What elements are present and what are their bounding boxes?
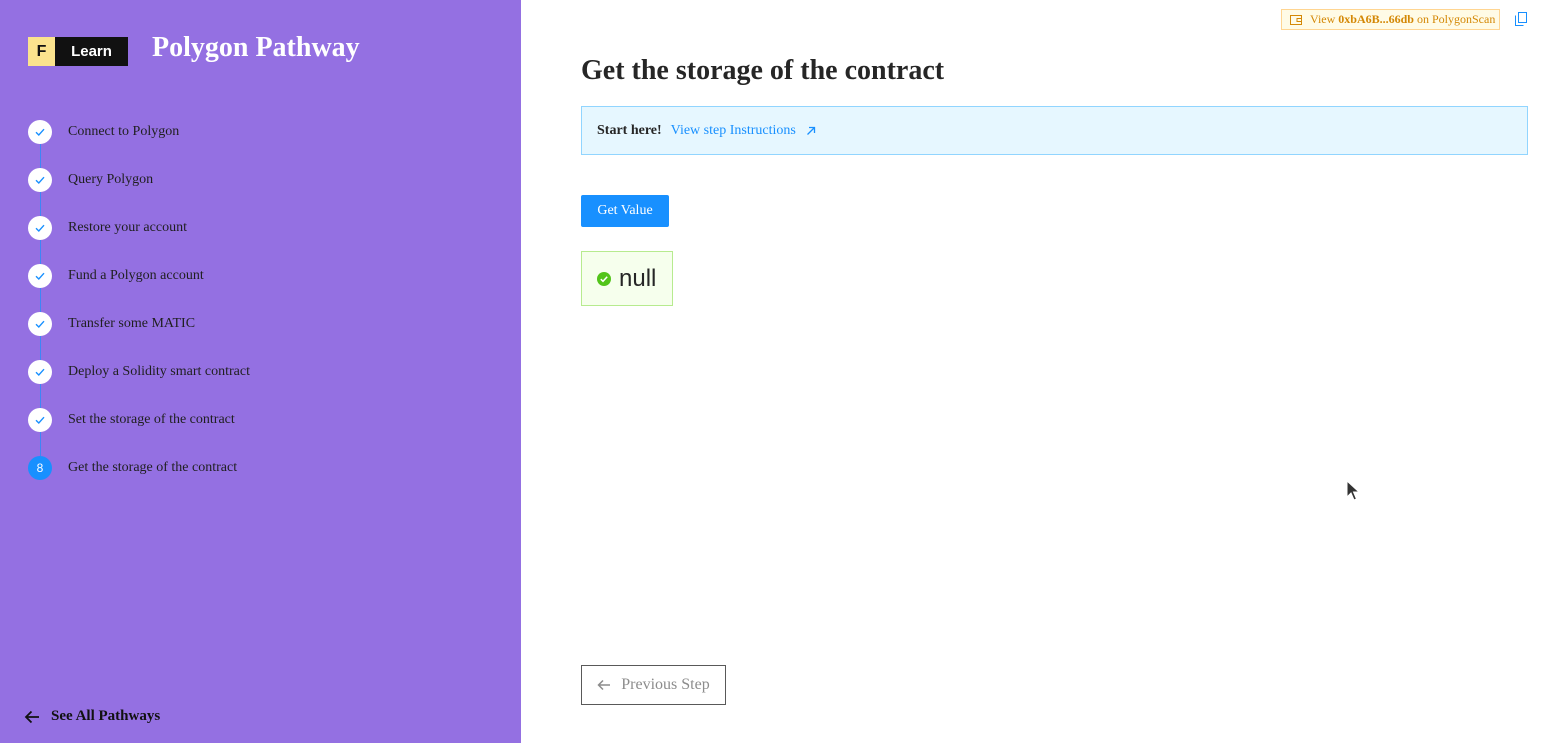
check-icon (28, 408, 52, 432)
view-instructions-label: View step Instructions (670, 122, 796, 138)
check-icon (28, 216, 52, 240)
step-connector (40, 240, 41, 264)
polygonscan-link[interactable]: View 0xbA6B...66db on PolygonScan (1281, 9, 1500, 30)
check-icon (28, 168, 52, 192)
step-label: Get the storage of the contract (68, 460, 238, 475)
check-icon (28, 264, 52, 288)
step-connector (40, 288, 41, 312)
account-address: 0xbA6B...66db (1338, 12, 1414, 26)
get-value-button[interactable]: Get Value (581, 195, 669, 227)
step-label: Fund a Polygon account (68, 268, 204, 283)
step-list: Connect to Polygon Query Polygon Restore… (28, 120, 498, 504)
result-box: null (581, 251, 673, 306)
sidebar: F Learn Polygon Pathway Connect to Polyg… (0, 0, 521, 743)
previous-step-button[interactable]: Previous Step (581, 665, 726, 705)
step-connector (40, 432, 41, 456)
step-label: Connect to Polygon (68, 124, 180, 139)
scan-prefix: View (1310, 12, 1336, 26)
external-link-icon (806, 126, 815, 135)
step-item-transfer[interactable]: Transfer some MATIC (28, 312, 498, 360)
instructions-prefix: Start here! (597, 122, 662, 138)
check-circle-icon (597, 271, 611, 286)
step-label: Restore your account (68, 220, 187, 235)
pathway-title: Polygon Pathway (152, 32, 360, 63)
logo-letter: F (28, 37, 55, 66)
step-item-set-storage[interactable]: Set the storage of the contract (28, 408, 498, 456)
logo-text: Learn (55, 37, 128, 66)
step-label: Deploy a Solidity smart contract (68, 364, 250, 379)
step-label: Transfer some MATIC (68, 316, 196, 331)
result-value: null (619, 264, 657, 292)
step-label: Query Polygon (68, 172, 154, 187)
page-title: Get the storage of the contract (581, 55, 945, 86)
instructions-banner: Start here! View step Instructions (581, 106, 1528, 155)
step-label: Set the storage of the contract (68, 412, 235, 427)
step-item-deploy[interactable]: Deploy a Solidity smart contract (28, 360, 498, 408)
step-connector (40, 192, 41, 216)
step-connector (40, 384, 41, 408)
step-connector (40, 336, 41, 360)
arrow-left-icon (597, 679, 611, 691)
main-content: View 0xbA6B...66db on PolygonScan Get th… (521, 0, 1566, 743)
step-item-restore[interactable]: Restore your account (28, 216, 498, 264)
step-item-fund[interactable]: Fund a Polygon account (28, 264, 498, 312)
step-connector (40, 144, 41, 168)
see-all-pathways-link[interactable]: See All Pathways (24, 708, 160, 725)
arrow-left-icon (24, 710, 39, 723)
see-all-label: See All Pathways (51, 708, 161, 724)
mouse-cursor-icon (1346, 480, 1360, 501)
copy-icon[interactable] (1515, 12, 1527, 31)
scan-suffix: on PolygonScan (1416, 12, 1496, 26)
figment-learn-logo[interactable]: F Learn (28, 37, 128, 66)
step-item-connect[interactable]: Connect to Polygon (28, 120, 498, 168)
step-item-get-storage[interactable]: 8 Get the storage of the contract (28, 456, 498, 504)
wallet-icon (1290, 14, 1302, 25)
step-item-query[interactable]: Query Polygon (28, 168, 498, 216)
check-icon (28, 312, 52, 336)
view-instructions-link[interactable]: View step Instructions (671, 123, 816, 139)
check-icon (28, 360, 52, 384)
previous-step-label: Previous Step (621, 676, 710, 693)
check-icon (28, 120, 52, 144)
step-number-badge: 8 (28, 456, 52, 480)
